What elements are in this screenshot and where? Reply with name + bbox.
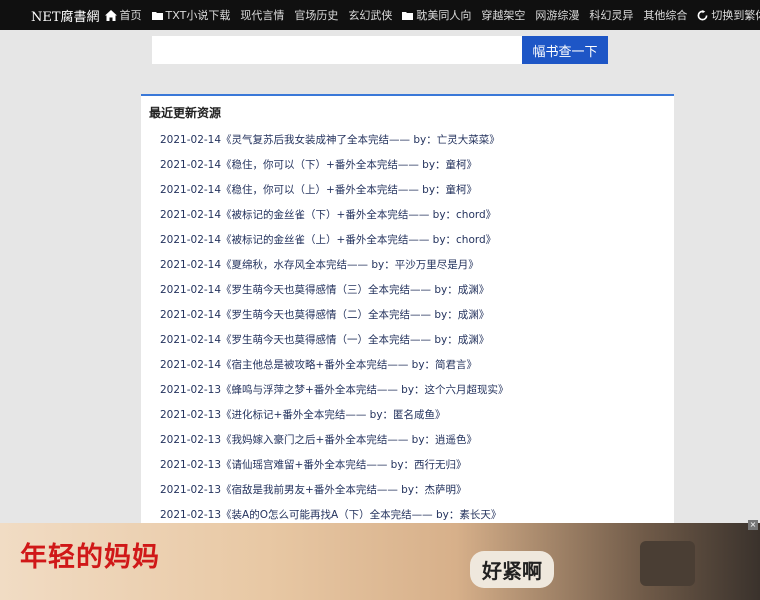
phone-image <box>640 541 695 586</box>
nav-item-label: 玄幻武侠 <box>348 9 393 22</box>
list-item[interactable]: 2021-02-14《宿主他总是被攻略+番外全本完结—— by：简君言》 <box>160 357 509 382</box>
nav-item-scifi[interactable]: 科幻灵异 <box>584 0 638 30</box>
close-icon[interactable]: × <box>748 520 758 530</box>
panel-title: 最近更新资源 <box>149 106 222 120</box>
site-logo[interactable]: NET腐書網 <box>0 6 100 25</box>
top-navbar: NET腐書網 首页 TXT小说下载 现代言情 官场历史 玄幻武侠 耽美同人向 穿… <box>0 0 760 30</box>
nav-item-label: 首页 <box>119 9 142 22</box>
nav-item-label: 耽美同人向 <box>416 9 472 22</box>
list-item[interactable]: 2021-02-13《请仙瑶宫难留+番外全本完结—— by：西行无归》 <box>160 457 509 482</box>
nav-item-online-game[interactable]: 网游综漫 <box>530 0 584 30</box>
nav-item-label: 切换到繁体 <box>711 9 760 22</box>
nav-item-label: TXT小说下载 <box>165 9 231 22</box>
list-item[interactable]: 2021-02-14《夏绵秋，水存风全本完结—— by：平沙万里尽是月》 <box>160 257 509 282</box>
nav-item-fantasy-wuxia[interactable]: 玄幻武侠 <box>343 0 397 30</box>
list-item[interactable]: 2021-02-14《罗生萌今天也莫得感情（二）全本完结—— by：成渊》 <box>160 307 509 332</box>
search-bar: 幅书查一下 <box>152 36 608 64</box>
list-item[interactable]: 2021-02-14《被标记的金丝雀（下）+番外全本完结—— by：chord》 <box>160 207 509 232</box>
nav-item-traditional-toggle[interactable]: 切换到繁体 <box>692 0 760 30</box>
ad-headline: 年轻的妈妈 <box>20 542 160 573</box>
nav-item-txt-download[interactable]: TXT小说下载 <box>147 0 236 30</box>
list-item[interactable]: 2021-02-14《被标记的金丝雀（上）+番外全本完结—— by：chord》 <box>160 232 509 257</box>
list-item[interactable]: 2021-02-14《稳住，你可以（上）+番外全本完结—— by：童柯》 <box>160 182 509 207</box>
search-input[interactable] <box>152 36 522 64</box>
list-item[interactable]: 2021-02-14《稳住，你可以（下）+番外全本完结—— by：童柯》 <box>160 157 509 182</box>
nav-item-time-travel[interactable]: 穿越架空 <box>476 0 530 30</box>
list-item[interactable]: 2021-02-13《进化标记+番外全本完结—— by：匿名咸鱼》 <box>160 407 509 432</box>
folder-icon <box>402 11 414 20</box>
list-item[interactable]: 2021-02-13《宿敌是我前男友+番外全本完结—— by：杰萨明》 <box>160 482 509 507</box>
recent-updates-panel: 最近更新资源 2021-02-14《灵气复苏后我女装成神了全本完结—— by：亡… <box>141 94 674 534</box>
list-item[interactable]: 2021-02-13《我妈嫁入豪门之后+番外全本完结—— by：逍遥色》 <box>160 432 509 457</box>
nav-item-danmei[interactable]: 耽美同人向 <box>397 0 476 30</box>
list-item[interactable]: 2021-02-14《罗生萌今天也莫得感情（三）全本完结—— by：成渊》 <box>160 282 509 307</box>
list-item[interactable]: 2021-02-13《蜂鸣与浮萍之梦+番外全本完结—— by：这个六月超现实》 <box>160 382 509 407</box>
list-item[interactable]: 2021-02-14《灵气复苏后我女装成神了全本完结—— by：亡灵大菜菜》 <box>160 132 509 157</box>
refresh-icon <box>697 9 708 20</box>
nav-item-label: 网游综漫 <box>535 9 580 22</box>
search-button[interactable]: 幅书查一下 <box>522 36 608 64</box>
nav-item-other[interactable]: 其他综合 <box>638 0 692 30</box>
nav-item-officialdom-history[interactable]: 官场历史 <box>289 0 343 30</box>
ad-banner[interactable]: 年轻的妈妈 好紧啊 <box>0 523 760 600</box>
nav-item-label: 官场历史 <box>294 9 339 22</box>
main-nav: 首页 TXT小说下载 现代言情 官场历史 玄幻武侠 耽美同人向 穿越架空 网游综… <box>100 0 760 30</box>
list-item[interactable]: 2021-02-14《罗生萌今天也莫得感情（一）全本完结—— by：成渊》 <box>160 332 509 357</box>
nav-item-label: 现代言情 <box>240 9 285 22</box>
nav-item-label: 穿越架空 <box>481 9 526 22</box>
folder-icon <box>151 11 163 20</box>
nav-item-modern-romance[interactable]: 现代言情 <box>235 0 289 30</box>
ad-bubble: 好紧啊 <box>470 551 554 588</box>
home-icon <box>104 9 117 21</box>
nav-item-label: 其他综合 <box>643 9 688 22</box>
nav-item-home[interactable]: 首页 <box>100 0 147 30</box>
nav-item-label: 科幻灵异 <box>589 9 634 22</box>
recent-list: 2021-02-14《灵气复苏后我女装成神了全本完结—— by：亡灵大菜菜》 2… <box>160 132 509 532</box>
